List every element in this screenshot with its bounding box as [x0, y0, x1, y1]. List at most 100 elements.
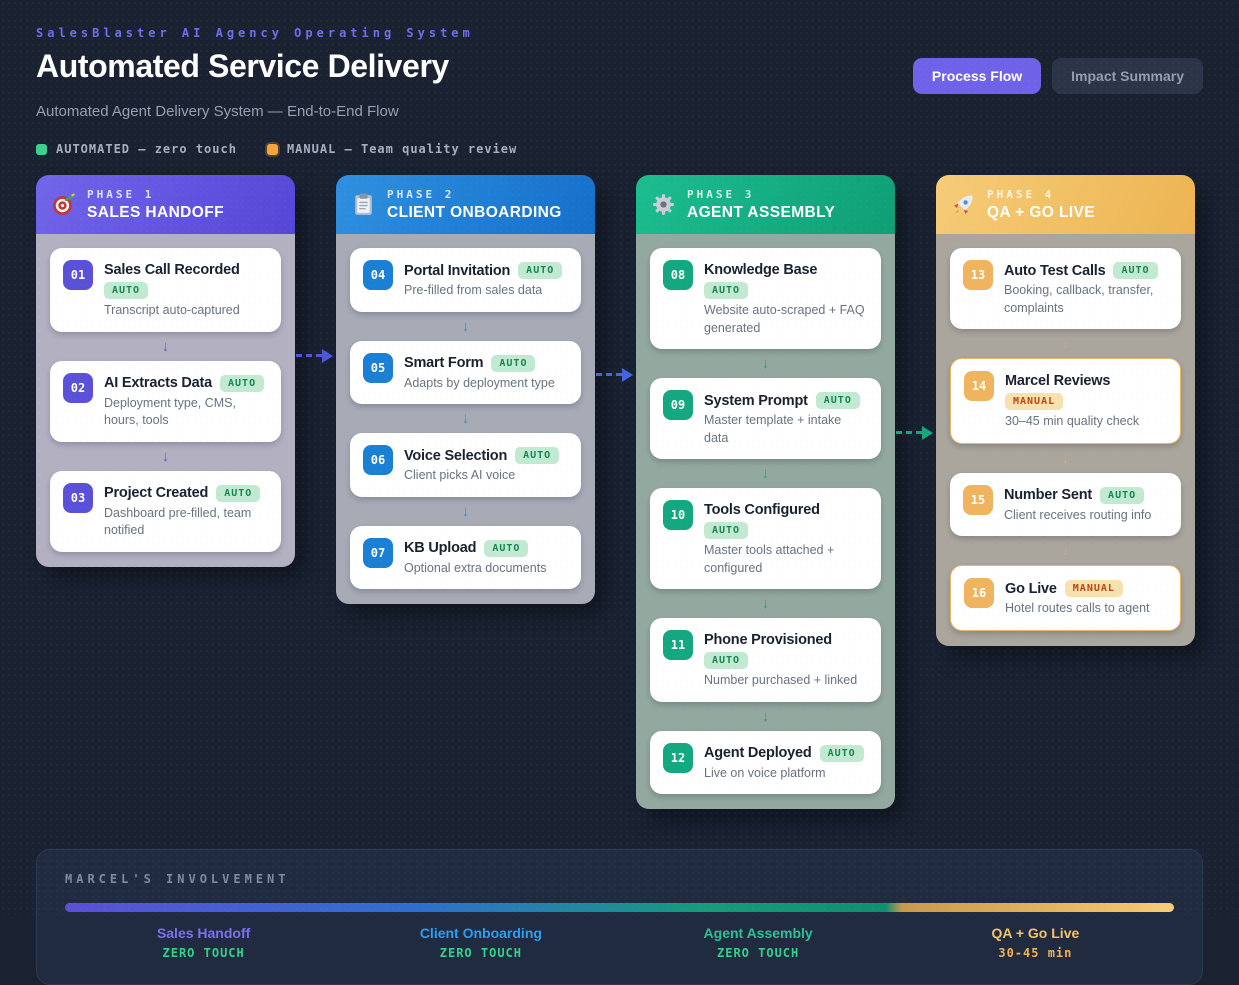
legend-item-manual: MANUAL — Team quality review: [267, 142, 517, 156]
step-title: Tools Configured: [704, 502, 820, 518]
step-description: Transcript auto-captured: [104, 302, 268, 320]
phase-eyebrow: PHASE 1: [87, 188, 224, 201]
down-arrow-icon: ↓: [650, 593, 881, 614]
legend-label: AUTOMATED — zero touch: [56, 142, 237, 156]
step-description: Booking, callback, transfer, complaints: [1004, 282, 1168, 317]
involvement-label: QA + Go Live: [897, 925, 1174, 941]
involvement-gradient-bar: [65, 903, 1174, 912]
step-description: Hotel routes calls to agent: [1005, 600, 1150, 618]
phase-header: PHASE 4 QA + GO LIVE: [936, 175, 1195, 234]
step-title: Knowledge Base: [704, 262, 817, 278]
step-card: 04 Portal Invitation AUTO Pre-filled fro…: [350, 248, 581, 312]
auto-badge: AUTO: [704, 282, 748, 299]
auto-badge: AUTO: [484, 540, 528, 557]
phase-connector-arrow-icon: [296, 349, 333, 363]
phase-title: QA + GO LIVE: [987, 204, 1095, 222]
involvement-title: MARCEL'S INVOLVEMENT: [65, 872, 1174, 886]
step-title: Smart Form: [404, 355, 483, 371]
tab-process-flow[interactable]: Process Flow: [913, 58, 1041, 94]
phase-eyebrow: PHASE 4: [987, 188, 1095, 201]
step-description: Optional extra documents: [404, 560, 546, 578]
step-description: Live on voice platform: [704, 765, 864, 783]
phase-column-client-onboarding: PHASE 2 CLIENT ONBOARDING 04 Portal Invi…: [336, 175, 595, 604]
step-card: 15 Number Sent AUTO Client receives rout…: [950, 473, 1181, 537]
step-card: 03 Project Created AUTO Dashboard pre-fi…: [50, 471, 281, 552]
auto-badge: AUTO: [1113, 262, 1157, 279]
step-card: 05 Smart Form AUTO Adapts by deployment …: [350, 341, 581, 405]
step-card: 10 Tools Configured AUTO Master tools at…: [650, 488, 881, 589]
auto-badge: AUTO: [216, 485, 260, 502]
target-icon: [51, 192, 76, 217]
step-number-badge: 13: [963, 260, 993, 290]
legend-item-automated: AUTOMATED — zero touch: [36, 142, 237, 156]
auto-badge: AUTO: [518, 262, 562, 279]
down-arrow-icon: ↓: [950, 333, 1181, 354]
down-arrow-icon: ↓: [50, 446, 281, 467]
phase-eyebrow: PHASE 3: [687, 188, 835, 201]
step-title: Project Created: [104, 485, 208, 501]
phase-column-sales-handoff: PHASE 1 SALES HANDOFF 01 Sales Call Reco…: [36, 175, 295, 567]
step-number-badge: 02: [63, 373, 93, 403]
step-number-badge: 14: [964, 371, 994, 401]
step-number-badge: 11: [663, 630, 693, 660]
step-number-badge: 06: [363, 445, 393, 475]
step-card: 16 Go Live MANUAL Hotel routes calls to …: [950, 565, 1181, 631]
step-card: 02 AI Extracts Data AUTO Deployment type…: [50, 361, 281, 442]
step-title: Sales Call Recorded: [104, 262, 240, 278]
phase-column-agent-assembly: PHASE 3 AGENT ASSEMBLY 08 Knowledge Base…: [636, 175, 895, 809]
manual-swatch-icon: [267, 144, 278, 155]
involvement-value: ZERO TOUCH: [342, 946, 619, 960]
step-description: Number purchased + linked: [704, 672, 868, 690]
step-number-badge: 05: [363, 353, 393, 383]
step-number-badge: 08: [663, 260, 693, 290]
involvement-panel: MARCEL'S INVOLVEMENT Sales Handoff ZERO …: [36, 849, 1203, 985]
involvement-columns: Sales Handoff ZERO TOUCH Client Onboardi…: [65, 925, 1174, 960]
down-arrow-icon: ↓: [950, 448, 1181, 469]
down-arrow-icon: ↓: [950, 540, 1181, 561]
step-number-badge: 04: [363, 260, 393, 290]
step-card: 09 System Prompt AUTO Master template + …: [650, 378, 881, 459]
step-number-badge: 16: [964, 578, 994, 608]
down-arrow-icon: ↓: [650, 463, 881, 484]
step-title: KB Upload: [404, 540, 476, 556]
manual-badge: MANUAL: [1065, 580, 1123, 597]
step-number-badge: 03: [63, 483, 93, 513]
clipboard-icon: [351, 192, 376, 217]
auto-badge: AUTO: [104, 282, 148, 299]
step-title: System Prompt: [704, 393, 808, 409]
phase-title: SALES HANDOFF: [87, 204, 224, 222]
down-arrow-icon: ↓: [350, 408, 581, 429]
involvement-col-client-onboarding: Client Onboarding ZERO TOUCH: [342, 925, 619, 960]
step-title: Portal Invitation: [404, 263, 510, 279]
step-card: 06 Voice Selection AUTO Client picks AI …: [350, 433, 581, 497]
involvement-label: Agent Assembly: [620, 925, 897, 941]
tab-impact-summary[interactable]: Impact Summary: [1052, 58, 1203, 94]
process-flow-diagram: PHASE 1 SALES HANDOFF 01 Sales Call Reco…: [36, 175, 1203, 809]
step-title: Phone Provisioned: [704, 632, 832, 648]
step-number-badge: 12: [663, 743, 693, 773]
title-row: Automated Service Delivery Process Flow …: [36, 48, 1203, 94]
involvement-col-qa-go-live: QA + Go Live 30-45 min: [897, 925, 1174, 960]
step-description: Master template + intake data: [704, 412, 868, 447]
down-arrow-icon: ↓: [50, 336, 281, 357]
down-arrow-icon: ↓: [350, 501, 581, 522]
step-description: Website auto-scraped + FAQ generated: [704, 302, 868, 337]
step-description: Deployment type, CMS, hours, tools: [104, 395, 268, 430]
auto-badge: AUTO: [1100, 487, 1144, 504]
involvement-col-sales-handoff: Sales Handoff ZERO TOUCH: [65, 925, 342, 960]
step-title: AI Extracts Data: [104, 375, 212, 391]
step-title: Number Sent: [1004, 487, 1092, 503]
manual-badge: MANUAL: [1005, 393, 1063, 410]
step-card: 11 Phone Provisioned AUTO Number purchas…: [650, 618, 881, 702]
step-description: Dashboard pre-filled, team notified: [104, 505, 268, 540]
step-number-badge: 10: [663, 500, 693, 530]
step-card: 08 Knowledge Base AUTO Website auto-scra…: [650, 248, 881, 349]
step-card: 01 Sales Call Recorded AUTO Transcript a…: [50, 248, 281, 332]
step-card: 13 Auto Test Calls AUTO Booking, callbac…: [950, 248, 1181, 329]
page-subtitle: Automated Agent Delivery System — End-to…: [36, 103, 1203, 120]
phase-header: PHASE 1 SALES HANDOFF: [36, 175, 295, 234]
down-arrow-icon: ↓: [650, 706, 881, 727]
legend-label: MANUAL — Team quality review: [287, 142, 517, 156]
step-description: Client picks AI voice: [404, 467, 559, 485]
phase-eyebrow: PHASE 2: [387, 188, 562, 201]
